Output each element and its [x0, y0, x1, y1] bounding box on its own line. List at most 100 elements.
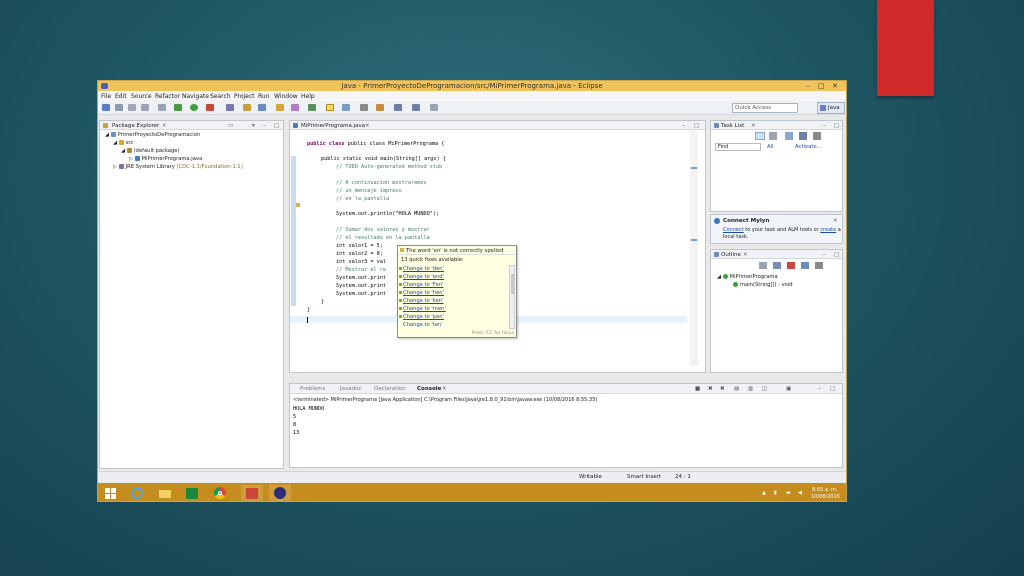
minimize-view-icon[interactable]: –	[823, 123, 826, 129]
code-line-1[interactable]: public class public class MiPrimerProgra…	[307, 141, 444, 147]
code-line-comment-2[interactable]: // un mensaje impreso	[336, 188, 402, 194]
network-icon[interactable]: ▮	[774, 490, 777, 496]
quick-fix-item[interactable]: Change to 'hen'	[399, 290, 444, 296]
run-icon[interactable]	[190, 104, 198, 111]
hide-fields-icon[interactable]	[773, 262, 781, 269]
quick-fix-item[interactable]: Change to 'pen'	[399, 314, 444, 320]
tree-item-src[interactable]: ◢ src	[113, 140, 133, 146]
close-tab-icon[interactable]: ✕	[162, 123, 167, 129]
battery-icon[interactable]: ▬	[786, 490, 791, 496]
menu-help[interactable]: Help	[301, 93, 315, 100]
menu-run[interactable]: Run	[258, 93, 270, 100]
quick-fix-item[interactable]: Change to 'den'	[399, 266, 444, 272]
popup-scrollbar[interactable]	[509, 265, 515, 329]
remove-launch-icon[interactable]: ✖	[708, 386, 713, 392]
code-line-print-3[interactable]: System.out.print	[336, 291, 386, 297]
tab-problems[interactable]: Problems	[300, 386, 325, 392]
windows-start-icon[interactable]	[100, 485, 122, 501]
java-perspective-button[interactable]: Java	[817, 102, 845, 114]
minimize-editor-icon[interactable]: –	[682, 123, 685, 129]
open-type-icon[interactable]	[243, 104, 251, 111]
maximize-view-icon[interactable]: □	[274, 123, 279, 129]
tree-item-jre[interactable]: ▷ JRE System Library [CDC-1.1/Foundation…	[113, 164, 243, 170]
next-annotation-icon[interactable]	[360, 104, 368, 111]
task-activate-link[interactable]: Activate...	[795, 144, 822, 150]
back-icon[interactable]	[394, 104, 402, 111]
quick-access-input[interactable]: Quick Access	[732, 103, 798, 113]
tray-arrow-icon[interactable]: ▲	[762, 490, 766, 496]
menu-project[interactable]: Project	[234, 93, 255, 100]
store-icon[interactable]	[181, 485, 203, 501]
sort-icon[interactable]	[759, 262, 767, 269]
collapse-icon[interactable]	[799, 132, 807, 140]
print-icon[interactable]	[141, 104, 149, 111]
menu-search[interactable]: Search	[210, 93, 231, 100]
package-explorer-tab[interactable]: Package Explorer ✕ ▭ ▾ – □	[100, 121, 283, 130]
tab-console[interactable]: Console	[417, 386, 441, 392]
menu-window[interactable]: Window	[274, 93, 298, 100]
close-tab-icon[interactable]: ✕	[743, 252, 748, 258]
code-line-comment-5[interactable]: // el resultado en la pantalla	[336, 235, 430, 241]
remove-all-icon[interactable]: ✖	[720, 386, 725, 392]
code-line-valor2[interactable]: int valor2 = 8;	[336, 251, 383, 257]
toggle-mark-icon[interactable]	[308, 104, 316, 111]
quick-fix-item[interactable]: Change to 'end'	[399, 274, 444, 280]
clear-console-icon[interactable]: ▤	[734, 386, 739, 392]
maximize-editor-icon[interactable]: □	[694, 123, 699, 129]
task-filter-all[interactable]: All	[767, 144, 774, 150]
menu-edit[interactable]: Edit	[115, 93, 127, 100]
tab-javadoc[interactable]: Javadoc	[340, 386, 362, 392]
menu-navigate[interactable]: Navigate	[182, 93, 209, 100]
quick-fix-item[interactable]: Change to 'men'	[399, 306, 446, 312]
file-explorer-icon[interactable]	[154, 485, 176, 501]
editor-tab[interactable]: MiPrimerPrograma.java	[301, 123, 365, 129]
mylyn-connect-link[interactable]: Connect	[723, 227, 744, 233]
close-editor-icon[interactable]: ✕	[365, 123, 370, 129]
save-all-icon[interactable]	[128, 104, 136, 111]
mylyn-create-link[interactable]: create	[820, 227, 836, 233]
code-line-println[interactable]: System.out.println("HOLA MUNDO");	[336, 211, 439, 217]
new-task-icon[interactable]	[755, 132, 765, 140]
view-menu-icon[interactable]: ▾	[252, 123, 255, 129]
hide-nonpublic-icon[interactable]	[801, 262, 809, 269]
pin-editor-icon[interactable]	[430, 104, 438, 111]
open-console-icon[interactable]: ▣	[786, 386, 791, 392]
minimize-view-icon[interactable]: –	[823, 252, 826, 258]
code-line-close-method[interactable]: }	[321, 299, 324, 305]
focus-icon[interactable]	[785, 132, 793, 140]
open-icon[interactable]	[158, 104, 166, 111]
forward-icon[interactable]	[412, 104, 420, 111]
outline-item-class[interactable]: ◢ MiPrimerPrograma	[717, 274, 778, 280]
popup-scrollbar-thumb[interactable]	[511, 274, 514, 294]
menu-file[interactable]: File	[101, 93, 111, 100]
code-line-comment-3[interactable]: // en la pantalla	[336, 196, 389, 202]
task-list-tab[interactable]: Task List ✕ – □	[711, 121, 842, 130]
tree-item-project[interactable]: ◢ PrimerProyectoDeProgramacion	[105, 132, 200, 138]
quick-fix-item[interactable]: Change to 'ten'	[403, 322, 443, 327]
new-class-icon[interactable]	[226, 104, 234, 111]
code-line-print-2[interactable]: System.out.print	[336, 283, 386, 289]
search-icon[interactable]	[258, 104, 266, 111]
outline-tab[interactable]: Outline ✕ – □	[711, 250, 842, 259]
minimize-view-icon[interactable]: –	[263, 123, 266, 129]
annotation-icon[interactable]	[291, 104, 299, 111]
code-line-comment-6[interactable]: // Mostrar el re	[336, 267, 386, 273]
collapse-all-icon[interactable]: ▭	[228, 123, 233, 129]
terminate-icon[interactable]: ■	[695, 386, 700, 392]
hide-static-icon[interactable]	[787, 262, 795, 269]
quick-fix-item[interactable]: Change to 'ken'	[399, 298, 444, 304]
show-whitespace-icon[interactable]	[342, 104, 350, 111]
highlight-icon[interactable]	[326, 104, 334, 111]
quick-fix-item[interactable]: Change to 'Fen'	[398, 282, 443, 288]
hide-local-types-icon[interactable]	[815, 262, 823, 269]
tab-declaration[interactable]: Declaration	[374, 386, 406, 392]
code-line-main[interactable]: public static void main(String[] args) {	[321, 156, 446, 162]
chrome-icon[interactable]	[209, 485, 231, 501]
clock-time[interactable]: 8:55 a. m.	[812, 487, 838, 493]
filter-icon[interactable]	[813, 132, 821, 140]
debug-icon[interactable]	[174, 104, 182, 111]
maximize-view-icon[interactable]: □	[830, 386, 835, 392]
outline-item-method[interactable]: main(String[]) : void	[733, 282, 793, 288]
code-line-print-1[interactable]: System.out.print	[336, 275, 386, 281]
menu-source[interactable]: Source	[131, 93, 152, 100]
